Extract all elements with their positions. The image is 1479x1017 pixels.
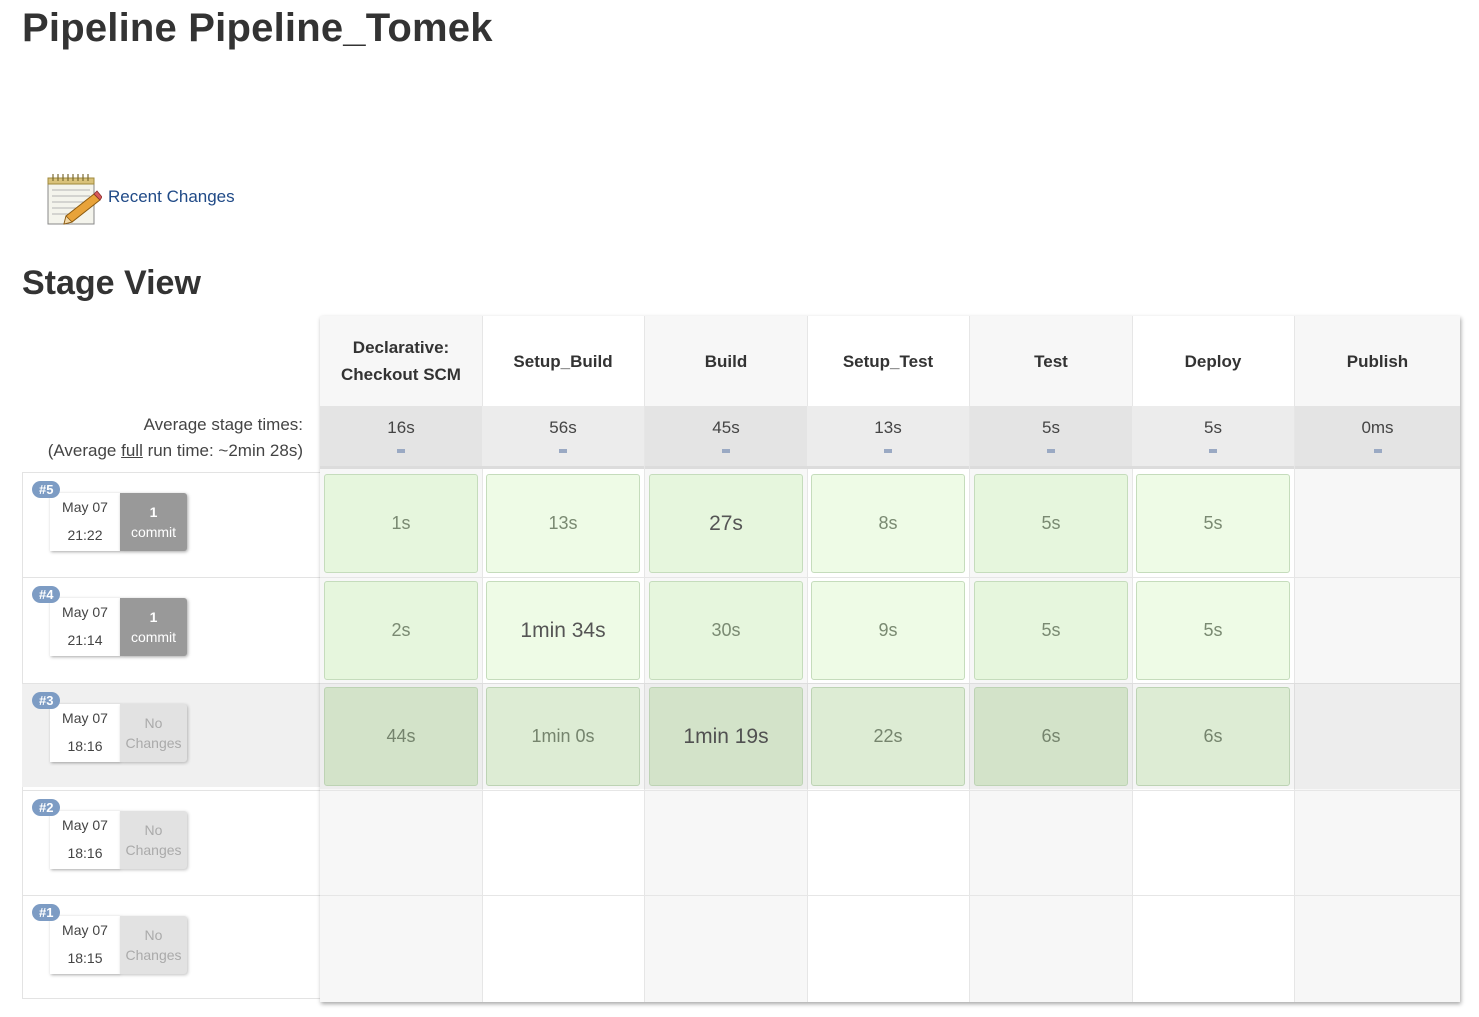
- stage-column-test: Test 5s 5s 5s 6s: [970, 316, 1133, 1002]
- run-changes-button[interactable]: 1 commit: [120, 493, 187, 551]
- stage-cell[interactable]: 2s: [324, 581, 478, 680]
- stage-header: Test: [1034, 351, 1068, 371]
- stage-cell[interactable]: 44s: [324, 687, 478, 786]
- run-no-changes: No Changes: [120, 916, 187, 974]
- run-date: May 07 18:15: [50, 916, 120, 974]
- stage-cell[interactable]: 30s: [649, 581, 803, 680]
- stage-cell[interactable]: 5s: [974, 581, 1128, 680]
- stage-header: Build: [704, 351, 748, 371]
- stage-average: 56s: [482, 406, 644, 469]
- stage-header: Declarative: Checkout SCM: [341, 338, 461, 384]
- stage-column-setup-build: Setup_Build 56s 13s 1min 34s 1min 0s: [482, 316, 645, 1002]
- stage-cell[interactable]: 5s: [974, 474, 1128, 573]
- run-badge[interactable]: #2: [32, 799, 61, 816]
- stage-cell[interactable]: 1s: [324, 474, 478, 573]
- stage-header: Setup_Build: [513, 351, 613, 371]
- stage-cell[interactable]: 6s: [1136, 687, 1290, 786]
- stage-cell[interactable]: 6s: [974, 687, 1128, 786]
- stage-column-deploy: Deploy 5s 5s 5s 6s: [1132, 316, 1295, 1002]
- row-divider: [320, 790, 1460, 791]
- notepad-icon: [47, 174, 102, 225]
- average-bar: [1047, 449, 1055, 453]
- run-badge[interactable]: #1: [32, 904, 61, 921]
- run-no-changes: No Changes: [120, 704, 187, 762]
- stage-table: Declarative: Checkout SCM 16s 1s 2s 44s …: [320, 316, 1460, 1002]
- stage-average: 45s: [645, 406, 807, 469]
- stage-average: 16s: [320, 406, 482, 469]
- stage-cell[interactable]: 9s: [811, 581, 965, 680]
- stage-cell[interactable]: 27s: [649, 474, 803, 573]
- stage-cell[interactable]: 1min 19s: [649, 687, 803, 786]
- run-badge[interactable]: #4: [32, 586, 61, 603]
- stage-header: Deploy: [1184, 351, 1242, 371]
- section-title: Stage View: [22, 264, 201, 302]
- stage-header: Publish: [1346, 351, 1409, 371]
- full-run-link[interactable]: full: [121, 441, 143, 460]
- stage-average: 13s: [807, 406, 969, 469]
- row-divider: [320, 895, 1460, 896]
- stage-column-checkout-scm: Declarative: Checkout SCM 16s 1s 2s 44s: [320, 316, 483, 1002]
- run-date: May 07 18:16: [50, 811, 120, 869]
- run-badge[interactable]: #5: [32, 481, 61, 498]
- row-divider: [320, 683, 1460, 684]
- stage-column-publish: Publish 0ms: [1295, 316, 1460, 1002]
- run-date: May 07 18:16: [50, 704, 120, 762]
- average-bar: [884, 449, 892, 453]
- stage-average: 5s: [1132, 406, 1294, 469]
- stage-cell[interactable]: 1min 0s: [486, 687, 640, 786]
- average-times-label: Average stage times: (Average full run t…: [48, 412, 303, 464]
- stage-average: 5s: [970, 406, 1132, 469]
- run-no-changes: No Changes: [120, 811, 187, 869]
- stage-cell[interactable]: 8s: [811, 474, 965, 573]
- stage-cell[interactable]: 13s: [486, 474, 640, 573]
- row-divider: [320, 577, 1460, 578]
- stage-cell[interactable]: 1min 34s: [486, 581, 640, 680]
- average-bar: [559, 449, 567, 453]
- recent-changes-link[interactable]: Recent Changes: [108, 187, 235, 207]
- stage-cell[interactable]: 5s: [1136, 581, 1290, 680]
- stage-average: 0ms: [1295, 406, 1460, 469]
- stage-cell[interactable]: 22s: [811, 687, 965, 786]
- run-badge[interactable]: #3: [32, 692, 61, 709]
- average-bar: [722, 449, 730, 453]
- average-full-runtime-text: (Average full run time: ~2min 28s): [47, 441, 303, 460]
- run-date: May 07 21:14: [50, 598, 120, 656]
- stage-column-build: Build 45s 27s 30s 1min 19s: [645, 316, 808, 1002]
- stage-cell[interactable]: 5s: [1136, 474, 1290, 573]
- run-changes-button[interactable]: 1 commit: [120, 598, 187, 656]
- page-title: Pipeline Pipeline_Tomek: [22, 6, 493, 50]
- average-bar: [397, 449, 405, 453]
- run-date: May 07 21:22: [50, 493, 120, 551]
- stage-column-setup-test: Setup_Test 13s 8s 9s 22s: [807, 316, 970, 1002]
- recent-changes[interactable]: Recent Changes: [44, 170, 235, 228]
- average-bar: [1209, 449, 1217, 453]
- stage-header: Setup_Test: [842, 351, 934, 371]
- average-stage-times-text: Average stage times:: [143, 415, 303, 434]
- average-bar: [1373, 449, 1382, 453]
